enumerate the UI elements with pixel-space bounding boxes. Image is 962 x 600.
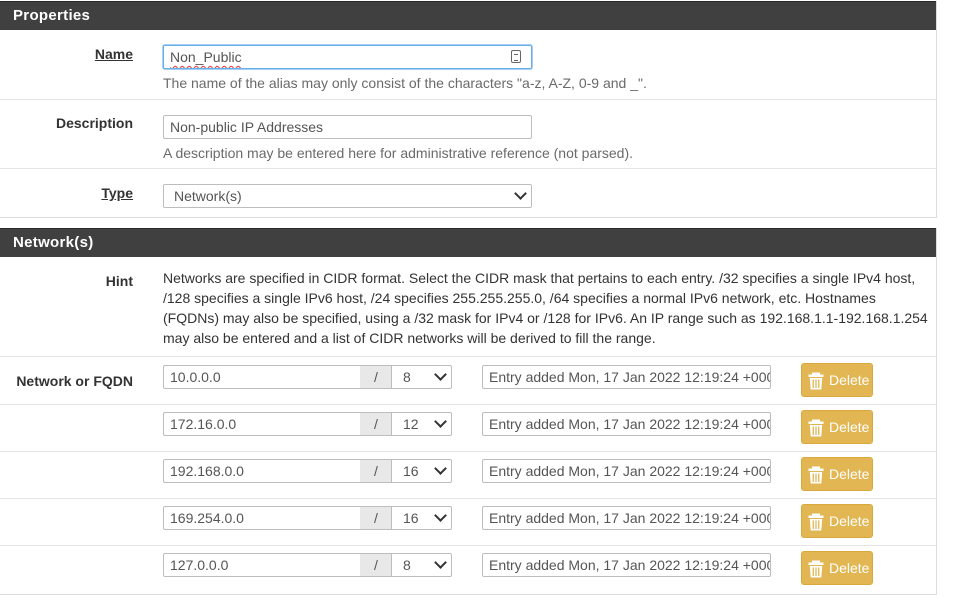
cidr-mask-select[interactable]: 8 xyxy=(391,553,452,577)
name-input-value: Non_Public xyxy=(170,49,242,65)
type-select[interactable]: Network(s) xyxy=(163,184,532,208)
trash-icon xyxy=(808,372,824,390)
description-label: Description xyxy=(55,115,133,131)
network-entry-row: 172.16.0.0/ 12 Entry added Mon, 17 Jan 202… xyxy=(0,404,936,452)
hint-row: Hint Networks are specified in CIDR form… xyxy=(0,257,936,357)
type-label: Type xyxy=(101,185,133,201)
cidr-mask-select[interactable]: 12 xyxy=(391,412,452,436)
delete-label: Delete xyxy=(829,513,870,529)
cidr-mask-select[interactable]: 8 xyxy=(391,365,452,389)
properties-heading: Properties xyxy=(0,1,936,30)
network-entry-row: 127.0.0.0/ 8 Entry added Mon, 17 Jan 2022 … xyxy=(0,545,936,592)
name-help: The name of the alias may only consist o… xyxy=(163,75,647,91)
chevron-down-icon xyxy=(434,415,447,428)
cidr-mask-select[interactable]: 16 xyxy=(391,459,452,483)
cidr-mask-value: 8 xyxy=(403,557,411,573)
entry-description-input[interactable]: Entry added Mon, 17 Jan 2022 12:19:24 +0… xyxy=(482,553,771,577)
trash-icon xyxy=(808,560,824,578)
network-entry-row: 10.0.0.0/ 8 Entry added Mon, 17 Jan 2022 1… xyxy=(0,357,936,405)
trash-icon xyxy=(808,466,824,484)
delete-button[interactable]: Delete xyxy=(801,551,873,585)
network-address-input[interactable]: 127.0.0.0 xyxy=(163,553,361,577)
description-help: A description may be entered here for ad… xyxy=(163,145,634,161)
delete-label: Delete xyxy=(829,466,870,482)
cidr-mask-value: 12 xyxy=(403,416,419,432)
networks-heading: Network(s) xyxy=(0,228,936,257)
hint-label: Hint xyxy=(105,273,133,289)
delete-button[interactable]: Delete xyxy=(801,363,873,397)
delete-label: Delete xyxy=(829,560,870,576)
delete-label: Delete xyxy=(829,372,870,388)
delete-button[interactable]: Delete xyxy=(801,504,873,538)
network-entry-row: 169.254.0.0/ 16 Entry added Mon, 17 Jan 20… xyxy=(0,498,936,546)
type-select-value: Network(s) xyxy=(174,188,242,204)
entry-description-input[interactable]: Entry added Mon, 17 Jan 2022 12:19:24 +0… xyxy=(482,412,771,436)
chevron-down-icon xyxy=(514,187,527,200)
description-row: Description Non-public IP Addresses A de… xyxy=(0,99,936,169)
network-address-input[interactable]: 172.16.0.0 xyxy=(163,412,361,436)
networks-panel: Network(s) Hint Networks are specified i… xyxy=(0,228,937,595)
delete-button[interactable]: Delete xyxy=(801,457,873,491)
delete-button[interactable]: Delete xyxy=(801,410,873,444)
properties-panel: Properties Name Non_Public The name of t… xyxy=(0,1,937,218)
entry-description-input[interactable]: Entry added Mon, 17 Jan 2022 12:19:24 +0… xyxy=(482,506,771,530)
chevron-down-icon xyxy=(434,368,447,381)
network-address-input[interactable]: 192.168.0.0 xyxy=(163,459,361,483)
chevron-down-icon xyxy=(434,556,447,569)
cidr-slash: / xyxy=(360,365,392,389)
delete-label: Delete xyxy=(829,419,870,435)
cidr-mask-value: 16 xyxy=(403,463,419,479)
cidr-slash: / xyxy=(360,506,392,530)
cidr-slash: / xyxy=(360,553,392,577)
network-address-input[interactable]: 169.254.0.0 xyxy=(163,506,361,530)
description-input[interactable]: Non-public IP Addresses xyxy=(163,115,532,139)
type-row: Type Network(s) xyxy=(0,168,936,217)
cidr-slash: / xyxy=(360,412,392,436)
cidr-mask-select[interactable]: 16 xyxy=(391,506,452,530)
trash-icon xyxy=(808,513,824,531)
name-row: Name Non_Public The name of the alias ma… xyxy=(0,30,936,100)
trash-icon xyxy=(808,419,824,437)
name-label: Name xyxy=(94,46,133,62)
network-address-input[interactable]: 10.0.0.0 xyxy=(163,365,361,389)
cidr-slash: / xyxy=(360,459,392,483)
entry-description-input[interactable]: Entry added Mon, 17 Jan 2022 12:19:24 +0… xyxy=(482,459,771,483)
network-entry-row: 192.168.0.0/ 16 Entry added Mon, 17 Jan 20… xyxy=(0,451,936,499)
cidr-mask-value: 16 xyxy=(403,510,419,526)
name-input[interactable]: Non_Public xyxy=(163,45,532,69)
entry-description-input[interactable]: Entry added Mon, 17 Jan 2022 12:19:24 +0… xyxy=(482,365,771,389)
cidr-mask-value: 8 xyxy=(403,369,411,385)
autofill-icon[interactable] xyxy=(511,50,521,63)
chevron-down-icon xyxy=(434,462,447,475)
chevron-down-icon xyxy=(434,509,447,522)
hint-text: Networks are specified in CIDR format. S… xyxy=(163,270,928,346)
